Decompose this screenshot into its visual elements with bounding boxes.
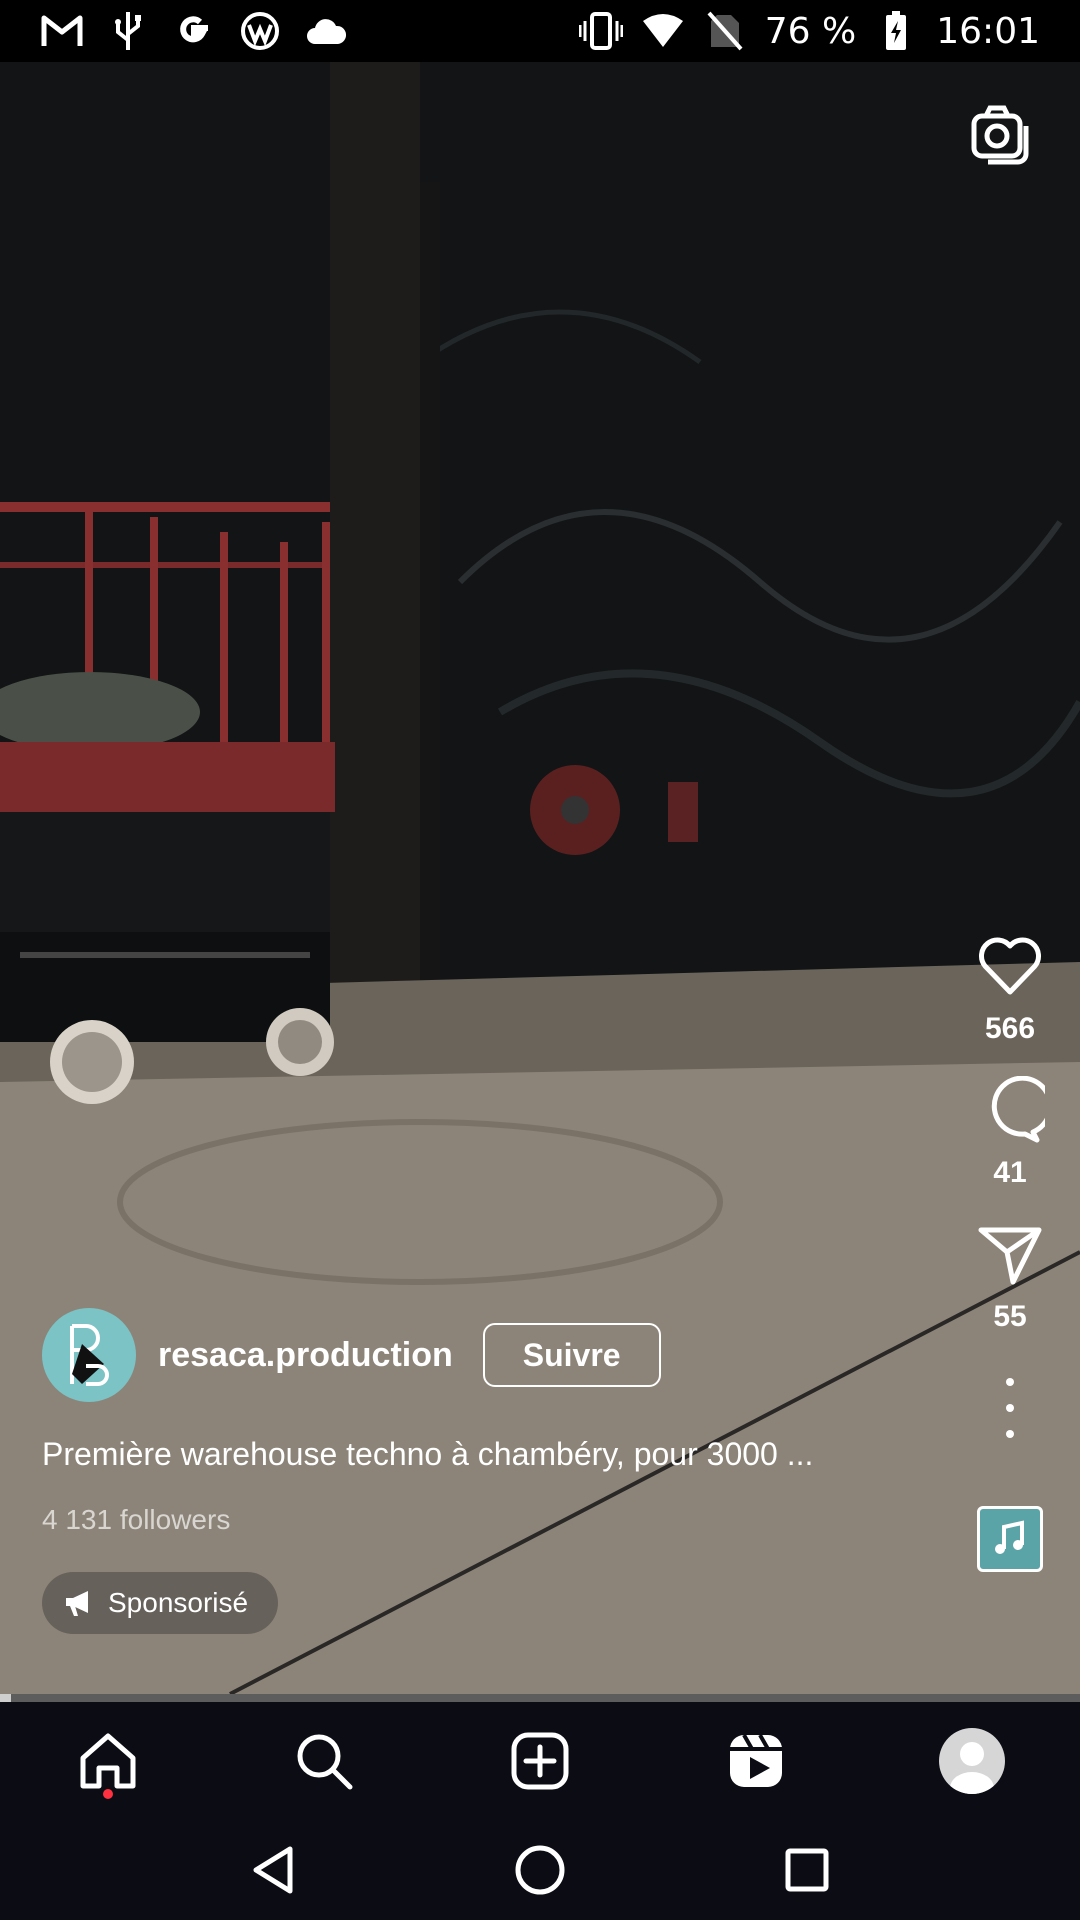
comment-count: 41 — [993, 1156, 1027, 1189]
wifi-icon — [641, 9, 685, 53]
send-icon — [978, 1227, 1042, 1285]
vibrate-icon — [578, 9, 623, 53]
megaphone-icon — [66, 1591, 88, 1616]
notification-dot — [103, 1789, 113, 1799]
like-count: 566 — [984, 1012, 1036, 1045]
reels-icon — [730, 1734, 782, 1787]
status-bar: 76 % 16:01 — [0, 0, 1080, 62]
profile-icon — [939, 1728, 1005, 1794]
comment-icon — [991, 1076, 1045, 1143]
bottom-nav — [0, 1702, 1080, 1820]
status-left — [40, 9, 348, 53]
nav-create[interactable] — [500, 1721, 580, 1801]
clock: 16:01 — [936, 10, 1040, 52]
author-row: resaca.production Suivre — [42, 1308, 661, 1402]
follow-button[interactable]: Suivre — [482, 1323, 661, 1387]
author-username[interactable]: resaca.production — [158, 1336, 453, 1375]
system-nav-bar — [0, 1820, 1080, 1920]
camera-icon — [971, 105, 1029, 165]
music-note-icon — [995, 1520, 1024, 1554]
reel-actions: 566 41 55 — [962, 932, 1058, 1572]
wordpress-icon — [238, 9, 282, 53]
share-button[interactable]: 55 — [975, 1220, 1045, 1364]
status-right: 76 % 16:01 — [578, 9, 1040, 53]
home-icon — [80, 1733, 136, 1789]
audio-track-button[interactable] — [977, 1506, 1043, 1572]
resaca-logo-icon — [70, 1324, 109, 1386]
no-sim-icon — [703, 9, 747, 53]
share-count: 55 — [993, 1300, 1027, 1333]
battery-charging-icon — [874, 9, 918, 53]
nav-home[interactable] — [68, 1721, 148, 1801]
nav-search[interactable] — [284, 1721, 364, 1801]
nav-reels[interactable] — [716, 1721, 796, 1801]
recents-button[interactable] — [775, 1838, 839, 1902]
author-avatar[interactable] — [42, 1308, 136, 1402]
comment-button[interactable]: 41 — [975, 1076, 1045, 1220]
sponsored-label: Sponsorisé — [108, 1587, 249, 1618]
recents-square-icon — [785, 1848, 829, 1892]
camera-button[interactable] — [968, 102, 1032, 166]
search-icon — [297, 1734, 353, 1790]
home-button[interactable] — [508, 1838, 572, 1902]
video-progress-fill — [0, 1694, 11, 1702]
home-circle-icon — [515, 1845, 565, 1895]
sponsored-badge[interactable]: Sponsorisé — [42, 1572, 279, 1634]
back-button[interactable] — [241, 1838, 305, 1902]
cloud-icon — [304, 9, 348, 53]
usb-icon — [106, 9, 150, 53]
like-button[interactable]: 566 — [975, 932, 1045, 1076]
more-options-icon[interactable] — [990, 1378, 1030, 1438]
reel-caption[interactable]: Première warehouse techno à chambéry, po… — [42, 1436, 922, 1473]
google-icon — [172, 9, 216, 53]
battery-percent: 76 % — [764, 10, 857, 52]
followers-count: 4 131 followers — [42, 1504, 231, 1535]
back-triangle-icon — [253, 1846, 293, 1894]
create-icon — [511, 1732, 569, 1790]
gmail-icon — [40, 9, 84, 53]
heart-icon — [979, 937, 1041, 995]
video-progress-bar[interactable] — [0, 1694, 1080, 1702]
nav-profile[interactable] — [932, 1721, 1012, 1801]
